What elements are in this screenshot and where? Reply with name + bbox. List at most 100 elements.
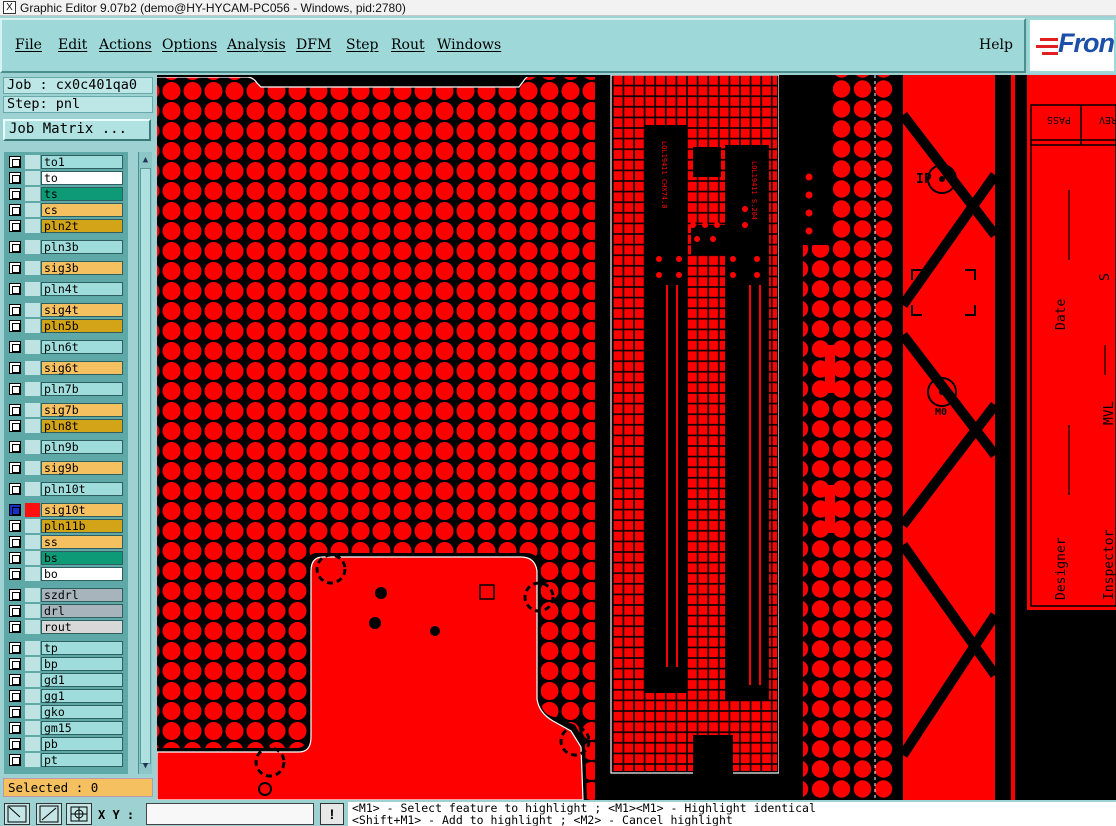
layer-checkbox[interactable] <box>9 738 21 750</box>
job-matrix-button[interactable]: Job Matrix ... <box>3 119 151 141</box>
layer-color-swatch[interactable] <box>25 482 40 496</box>
layer-row-pln11b[interactable]: pln11b <box>4 518 128 534</box>
layer-name[interactable]: ss <box>41 535 123 549</box>
layer-checkbox[interactable] <box>9 642 21 654</box>
layer-checkbox[interactable] <box>9 441 21 453</box>
layer-color-swatch[interactable] <box>25 620 40 634</box>
layer-row-pln4t[interactable]: pln4t <box>4 281 128 297</box>
layer-row-to[interactable]: to <box>4 170 128 186</box>
layer-row-pln2t[interactable]: pln2t <box>4 218 128 234</box>
menu-file[interactable]: File <box>15 37 42 53</box>
layer-row-pb[interactable]: pb <box>4 736 128 752</box>
layer-row-pln5b[interactable]: pln5b <box>4 318 128 334</box>
layer-checkbox[interactable] <box>9 754 21 766</box>
layer-checkbox[interactable] <box>9 621 21 633</box>
layer-name[interactable]: gko <box>41 705 123 719</box>
layer-name[interactable]: bo <box>41 567 123 581</box>
layer-color-swatch[interactable] <box>25 203 40 217</box>
layer-name[interactable]: gm15 <box>41 721 123 735</box>
layer-color-swatch[interactable] <box>25 737 40 751</box>
layer-color-swatch[interactable] <box>25 567 40 581</box>
layer-color-swatch[interactable] <box>25 588 40 602</box>
layer-color-swatch[interactable] <box>25 340 40 354</box>
layer-name[interactable]: sig7b <box>41 403 123 417</box>
menu-rout[interactable]: Rout <box>391 37 425 53</box>
layer-name[interactable]: pln8t <box>41 419 123 433</box>
layer-row-gko[interactable]: gko <box>4 704 128 720</box>
layer-checkbox[interactable] <box>9 536 21 548</box>
layer-color-swatch[interactable] <box>25 673 40 687</box>
layer-color-swatch[interactable] <box>25 403 40 417</box>
layer-color-swatch[interactable] <box>25 519 40 533</box>
grid-tool-icon[interactable] <box>66 803 92 825</box>
layer-color-swatch[interactable] <box>25 657 40 671</box>
layer-checkbox[interactable] <box>9 520 21 532</box>
layer-color-swatch[interactable] <box>25 551 40 565</box>
layer-color-swatch[interactable] <box>25 753 40 767</box>
menu-options[interactable]: Options <box>162 37 217 53</box>
layer-name[interactable]: sig3b <box>41 261 123 275</box>
layer-row-sig9b[interactable]: sig9b <box>4 460 128 476</box>
layer-color-swatch[interactable] <box>25 171 40 185</box>
layer-checkbox[interactable] <box>9 589 21 601</box>
layer-color-swatch[interactable] <box>25 303 40 317</box>
layer-name[interactable]: sig9b <box>41 461 123 475</box>
menu-windows[interactable]: Windows <box>437 37 501 53</box>
layer-row-gg1[interactable]: gg1 <box>4 688 128 704</box>
layer-color-swatch[interactable] <box>25 503 40 517</box>
layer-checkbox[interactable] <box>9 483 21 495</box>
menu-dfm[interactable]: DFM <box>296 37 331 53</box>
layer-color-swatch[interactable] <box>25 219 40 233</box>
layer-row-ss[interactable]: ss <box>4 534 128 550</box>
layer-row-sig7b[interactable]: sig7b <box>4 402 128 418</box>
layer-color-swatch[interactable] <box>25 440 40 454</box>
layer-checkbox[interactable] <box>9 362 21 374</box>
layer-row-bo[interactable]: bo <box>4 566 128 582</box>
menu-edit[interactable]: Edit <box>58 37 87 53</box>
layer-name[interactable]: bp <box>41 657 123 671</box>
layer-color-swatch[interactable] <box>25 240 40 254</box>
layer-color-swatch[interactable] <box>25 261 40 275</box>
layer-row-sig6t[interactable]: sig6t <box>4 360 128 376</box>
layer-checkbox[interactable] <box>9 383 21 395</box>
layer-row-pln7b[interactable]: pln7b <box>4 381 128 397</box>
layer-color-swatch[interactable] <box>25 641 40 655</box>
layer-color-swatch[interactable] <box>25 155 40 169</box>
scroll-up-icon[interactable]: ▲ <box>140 154 151 166</box>
layer-checkbox[interactable] <box>9 262 21 274</box>
layer-name[interactable]: pln7b <box>41 382 123 396</box>
scroll-down-icon[interactable]: ▼ <box>140 760 151 772</box>
layer-checkbox[interactable] <box>9 722 21 734</box>
layer-color-swatch[interactable] <box>25 604 40 618</box>
layer-checkbox[interactable] <box>9 320 21 332</box>
layer-checkbox[interactable] <box>9 462 21 474</box>
layer-color-swatch[interactable] <box>25 461 40 475</box>
layer-scrollbar[interactable]: ▲ ▼ <box>138 152 152 774</box>
layer-checkbox[interactable] <box>9 204 21 216</box>
layer-color-swatch[interactable] <box>25 361 40 375</box>
layer-row-to1[interactable]: to1 <box>4 154 128 170</box>
layer-name[interactable]: szdrl <box>41 588 123 602</box>
layer-checkbox[interactable] <box>9 172 21 184</box>
layer-color-swatch[interactable] <box>25 705 40 719</box>
layer-row-sig10t[interactable]: sig10t <box>4 502 128 518</box>
scroll-thumb[interactable] <box>140 168 151 764</box>
layer-color-swatch[interactable] <box>25 535 40 549</box>
layer-color-swatch[interactable] <box>25 419 40 433</box>
zoom-window-tool-icon[interactable] <box>4 803 30 825</box>
layer-name[interactable]: pln2t <box>41 219 123 233</box>
xy-coordinate-field[interactable] <box>146 803 314 825</box>
layer-name[interactable]: gg1 <box>41 689 123 703</box>
layer-row-pln10t[interactable]: pln10t <box>4 481 128 497</box>
layer-row-drl[interactable]: drl <box>4 603 128 619</box>
layer-row-pln6t[interactable]: pln6t <box>4 339 128 355</box>
layer-row-pln3b[interactable]: pln3b <box>4 239 128 255</box>
layer-row-gm15[interactable]: gm15 <box>4 720 128 736</box>
layer-name[interactable]: pln10t <box>41 482 123 496</box>
layer-color-swatch[interactable] <box>25 282 40 296</box>
layer-row-pln9b[interactable]: pln9b <box>4 439 128 455</box>
layer-checkbox[interactable] <box>9 658 21 670</box>
layer-checkbox[interactable] <box>9 552 21 564</box>
layer-color-swatch[interactable] <box>25 721 40 735</box>
layer-checkbox[interactable] <box>9 241 21 253</box>
